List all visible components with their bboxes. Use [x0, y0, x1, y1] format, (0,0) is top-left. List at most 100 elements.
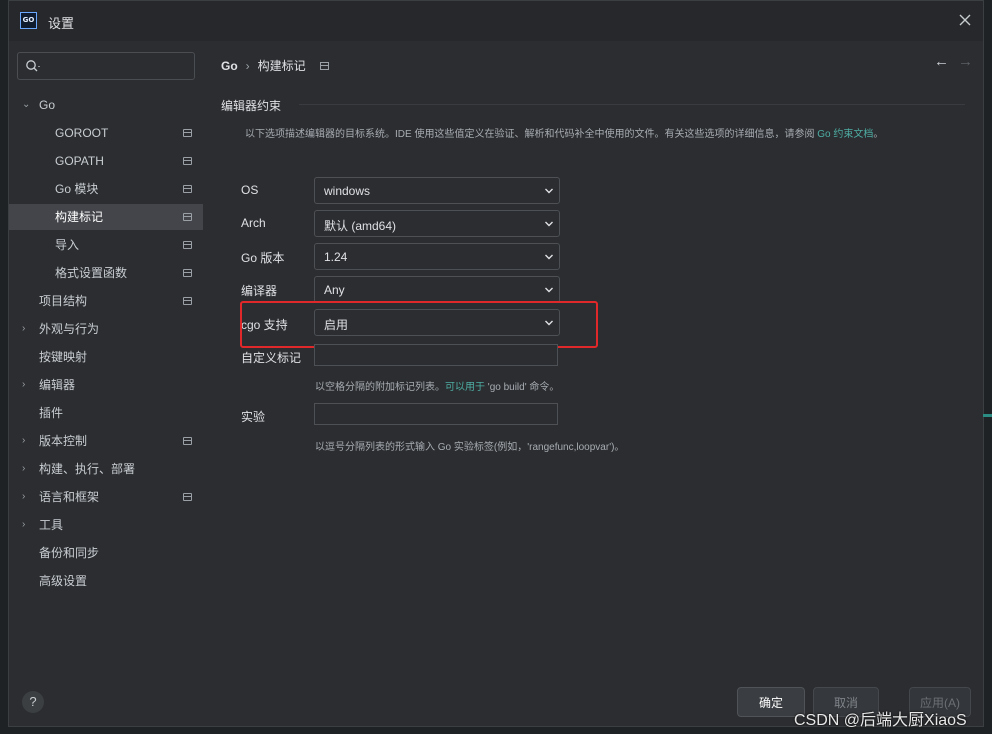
go-version-value: 1.24 [324, 250, 348, 264]
project-scope-icon [183, 241, 192, 249]
experiment-input[interactable] [314, 403, 558, 425]
help-button[interactable]: ? [22, 691, 44, 713]
search-icon [26, 60, 40, 72]
back-arrow-button[interactable]: ← [934, 53, 949, 70]
sidebar-item-label: 版本控制 [39, 434, 88, 448]
compiler-label: 编译器 [241, 284, 278, 298]
arch-value: 默认 (amd64) [324, 219, 397, 233]
chevron-right-icon: › [22, 519, 26, 530]
csdn-watermark: CSDN @后端大厨XiaoS [794, 712, 967, 729]
sidebar-item-languages[interactable]: › 语言和框架 [9, 484, 203, 510]
hint-text-end: 'go build' 命令。 [485, 382, 560, 393]
sidebar-item-project-structure[interactable]: 项目结构 [9, 288, 203, 314]
chevron-down-icon [545, 254, 553, 260]
close-icon [959, 14, 971, 26]
cgo-support-value: 启用 [324, 318, 349, 332]
breadcrumb: Go › 构建标记 [221, 57, 329, 74]
project-scope-icon [183, 269, 192, 277]
project-scope-icon [183, 129, 192, 137]
description-text: 以下选项描述编辑器的目标系统。IDE 使用这些值定义在验证、解析和代码补全中使用… [245, 129, 818, 140]
project-scope-icon [183, 213, 192, 221]
sidebar-item-label: 按键映射 [39, 350, 88, 364]
sidebar-item-label: 构建标记 [55, 210, 104, 224]
cgo-support-label: cgo 支持 [241, 318, 288, 332]
project-scope-icon [319, 61, 329, 70]
go-constraints-doc-link[interactable]: Go 约束文档 [817, 129, 873, 140]
sidebar-item-gopath[interactable]: GOPATH [9, 148, 203, 174]
sidebar-item-label: 格式设置函数 [55, 266, 128, 280]
hint-text: 以空格分隔的附加标记列表。 [315, 382, 445, 393]
chevron-right-icon: › [22, 491, 26, 502]
section-title: 编辑器约束 [221, 99, 282, 113]
custom-tags-label: 自定义标记 [241, 351, 302, 365]
sidebar-item-build-execution[interactable]: › 构建、执行、部署 [9, 456, 203, 482]
sidebar-item-imports[interactable]: 导入 [9, 232, 203, 258]
title-bar: GO 设置 [9, 1, 983, 41]
sidebar-item-label: Go [39, 98, 56, 112]
sidebar-item-label: 备份和同步 [39, 546, 100, 560]
sidebar-item-label: GOPATH [55, 154, 104, 168]
sidebar-item-plugins[interactable]: 插件 [9, 400, 203, 426]
breadcrumb-current: 构建标记 [257, 59, 306, 73]
project-scope-icon [183, 185, 192, 193]
sidebar-item-tools[interactable]: › 工具 [9, 512, 203, 538]
description-text-end: 。 [873, 129, 884, 140]
project-scope-icon [183, 297, 192, 305]
forward-arrow-button[interactable]: → [958, 53, 973, 70]
arch-label: Arch [241, 216, 266, 230]
sidebar-item-label: 高级设置 [39, 574, 88, 588]
section-description: 以下选项描述编辑器的目标系统。IDE 使用这些值定义在验证、解析和代码补全中使用… [245, 125, 883, 140]
sidebar-item-appearance[interactable]: › 外观与行为 [9, 316, 203, 342]
close-button[interactable] [953, 9, 977, 33]
project-scope-icon [183, 493, 192, 501]
sidebar-item-label: 插件 [39, 406, 64, 420]
os-select[interactable]: windows [314, 177, 560, 204]
section-divider [299, 104, 965, 105]
custom-tags-hint: 以空格分隔的附加标记列表。可以用于 'go build' 命令。 [315, 378, 559, 393]
os-label: OS [241, 183, 259, 197]
sidebar-item-version-control[interactable]: › 版本控制 [9, 428, 203, 454]
chevron-right-icon: › [22, 435, 26, 446]
background-edge-mark [983, 414, 992, 417]
sidebar-item-label: 外观与行为 [39, 322, 100, 336]
compiler-select[interactable]: Any [314, 276, 560, 303]
sidebar-item-label: 导入 [55, 238, 80, 252]
goland-app-icon: GO [20, 12, 37, 29]
sidebar-item-format-functions[interactable]: 格式设置函数 [9, 260, 203, 286]
os-value: windows [324, 184, 371, 198]
compiler-value: Any [324, 283, 345, 297]
search-field[interactable] [44, 56, 188, 76]
chevron-right-icon: › [22, 379, 26, 390]
cgo-support-select[interactable]: 启用 [314, 309, 560, 336]
go-version-select[interactable]: 1.24 [314, 243, 560, 270]
sidebar-item-go-modules[interactable]: Go 模块 [9, 176, 203, 202]
chevron-down-icon [545, 287, 553, 293]
chevron-right-icon: › [22, 323, 26, 334]
sidebar-item-label: 项目结构 [39, 294, 88, 308]
settings-search-input[interactable] [17, 52, 195, 80]
breadcrumb-root[interactable]: Go [221, 59, 238, 73]
sidebar-item-label: 构建、执行、部署 [39, 462, 136, 476]
go-version-label: Go 版本 [241, 251, 285, 265]
settings-sidebar: ⌄ Go GOROOT GOPATH Go 模块 构建标记 导入 格式设置函数 [9, 41, 203, 726]
sidebar-item-advanced[interactable]: 高级设置 [9, 568, 203, 594]
sidebar-item-goroot[interactable]: GOROOT [9, 120, 203, 146]
sidebar-item-build-tags[interactable]: 构建标记 [9, 204, 203, 230]
settings-content: Go › 构建标记 ← → 编辑器约束 以下选项描述编辑器的目标系统。IDE 使… [203, 41, 983, 726]
sidebar-item-keymap[interactable]: 按键映射 [9, 344, 203, 370]
window-title: 设置 [48, 16, 75, 31]
experiment-label: 实验 [241, 410, 266, 424]
custom-tags-input[interactable] [314, 344, 558, 366]
arch-select[interactable]: 默认 (amd64) [314, 210, 560, 237]
chevron-down-icon: ⌄ [22, 99, 31, 110]
sidebar-item-label: GOROOT [55, 126, 109, 140]
go-build-link[interactable]: 可以用于 [445, 382, 485, 393]
experiment-hint: 以逗号分隔列表的形式输入 Go 实验标签(例如，'rangefunc,loopv… [315, 442, 625, 453]
sidebar-item-go[interactable]: ⌄ Go [9, 92, 203, 118]
sidebar-item-editor[interactable]: › 编辑器 [9, 372, 203, 398]
chevron-right-icon: › [22, 463, 26, 474]
sidebar-item-label: 工具 [39, 518, 64, 532]
chevron-down-icon [545, 221, 553, 227]
sidebar-item-backup-sync[interactable]: 备份和同步 [9, 540, 203, 566]
sidebar-item-label: 编辑器 [39, 378, 76, 392]
